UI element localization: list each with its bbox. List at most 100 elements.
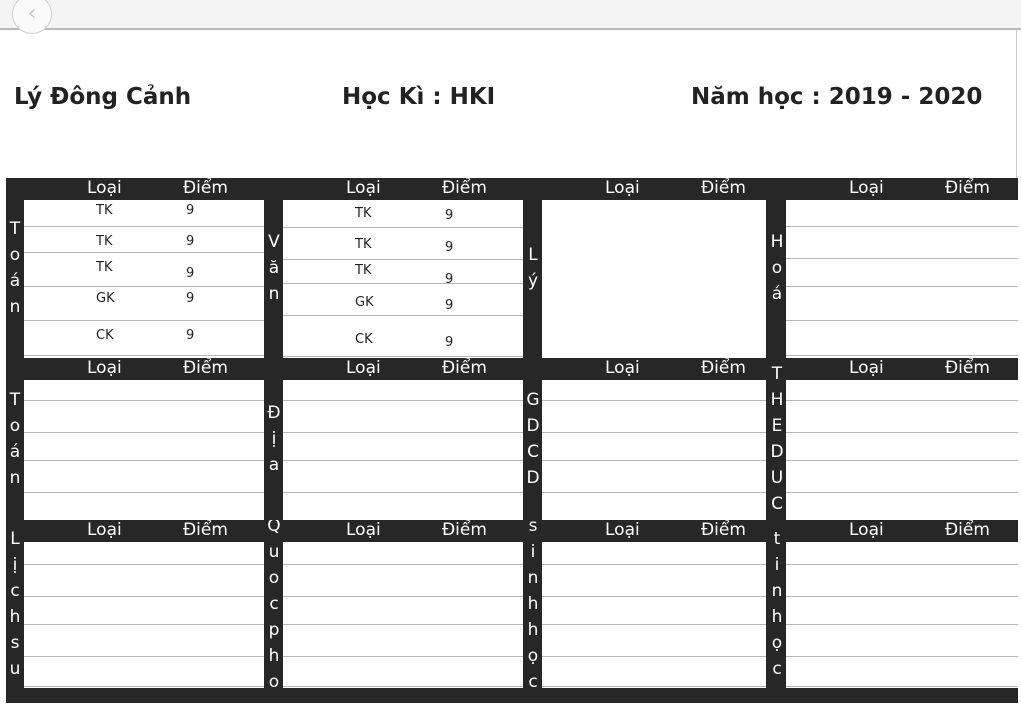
subject-name-letter: U bbox=[770, 468, 784, 488]
column-header-type: Loại bbox=[849, 358, 884, 378]
subject-card: Vă n Loại Điểm TK 9 TK 9 TK 9 GK 9 CK 9 bbox=[265, 178, 523, 358]
grade-table-header: Loại Điểm bbox=[24, 358, 264, 380]
subject-card: Lị c h s u Loại Điểm bbox=[6, 520, 264, 688]
row-divider bbox=[24, 286, 264, 287]
grade-table-header: Loại Điểm bbox=[786, 178, 1018, 200]
column-header-type: Loại bbox=[87, 358, 122, 378]
subject-name-letter: Q bbox=[267, 520, 281, 536]
grade-table bbox=[542, 380, 766, 520]
subject-name-letter: o bbox=[268, 568, 280, 588]
grade-table bbox=[542, 200, 766, 358]
column-header-score: Điểm bbox=[945, 178, 990, 198]
grade-table-header: Loại Điểm bbox=[283, 520, 523, 542]
subject-name-letter: a bbox=[268, 455, 280, 475]
grade-score: 9 bbox=[186, 203, 195, 218]
grade-table-header: Loại Điểm bbox=[786, 358, 1018, 380]
grade-table bbox=[542, 542, 766, 688]
subject-name-letter: n bbox=[527, 568, 539, 588]
subject-name-letter: G bbox=[526, 390, 540, 410]
grade-type: TK bbox=[96, 203, 113, 218]
row-divider bbox=[283, 356, 523, 357]
subject-name-vertical: Lý bbox=[524, 178, 542, 358]
subject-card: T H E D U C Loại Điểm bbox=[768, 358, 1018, 520]
row-divider bbox=[786, 286, 1018, 287]
row-divider bbox=[24, 624, 264, 625]
column-header-type: Loại bbox=[605, 358, 640, 378]
subject-name-letter: c bbox=[772, 659, 782, 679]
grade-type: TK bbox=[96, 234, 113, 249]
grade-type: CK bbox=[355, 332, 373, 347]
subject-name-letter: C bbox=[527, 442, 539, 462]
row-divider bbox=[542, 624, 766, 625]
subject-name-letter: h bbox=[527, 594, 539, 614]
row-divider bbox=[542, 596, 766, 597]
row-divider bbox=[786, 258, 1018, 259]
grade-table-header: Loại Điểm bbox=[24, 178, 264, 200]
row-divider bbox=[542, 564, 766, 565]
subject-name-letter: h bbox=[771, 607, 783, 627]
subject-name-letter: D bbox=[770, 442, 784, 462]
subject-name-vertical: GDCD bbox=[524, 358, 542, 520]
subject-name-letter: u bbox=[9, 659, 21, 679]
grade-table-header: Loại Điểm bbox=[542, 358, 766, 380]
subject-card: Ho á Loại Điểm bbox=[768, 178, 1018, 358]
subject-name-letter: ọ bbox=[527, 646, 539, 666]
row-divider bbox=[786, 686, 1018, 687]
subject-name-letter: n bbox=[9, 297, 21, 317]
grade-table bbox=[283, 542, 523, 688]
row-divider bbox=[283, 564, 523, 565]
subject-name-letter: C bbox=[771, 494, 783, 514]
row-divider bbox=[786, 320, 1018, 321]
row-divider bbox=[24, 355, 264, 356]
row-divider bbox=[786, 432, 1018, 433]
grade-table bbox=[786, 542, 1018, 688]
subject-name-letter: h bbox=[268, 646, 280, 666]
subject-name-letter: i bbox=[774, 555, 780, 575]
student-name: Lý Đông Cảnh bbox=[14, 84, 192, 110]
grade-score: 9 bbox=[445, 298, 454, 313]
subject-card: Lý Loại Điểm bbox=[524, 178, 766, 358]
subject-name-letter: T bbox=[771, 364, 783, 384]
subject-card: Đị a Loại Điểm bbox=[265, 358, 523, 520]
grade-type: TK bbox=[355, 263, 372, 278]
row-divider bbox=[283, 432, 523, 433]
grade-table bbox=[786, 380, 1018, 520]
subject-name-letter: o bbox=[268, 672, 280, 688]
subject-name-letter: o bbox=[771, 258, 783, 278]
row-divider bbox=[24, 460, 264, 461]
grade-board: To á n Loại Điểm TK 9 TK 9 TK 9 GK 9 CK 9 Vă n Loại Điểm TK… bbox=[6, 178, 1018, 703]
row-divider bbox=[24, 320, 264, 321]
subject-name-vertical: Lịchsu bbox=[6, 520, 24, 688]
subject-name-letter: L bbox=[528, 245, 538, 265]
subject-name-vertical: Toán bbox=[6, 358, 24, 520]
back-button[interactable]: ‹ bbox=[12, 0, 52, 34]
row-divider bbox=[786, 596, 1018, 597]
column-header-score: Điểm bbox=[701, 178, 746, 198]
subject-name-letter: ă bbox=[268, 258, 280, 278]
row-divider bbox=[283, 686, 523, 687]
row-divider bbox=[542, 460, 766, 461]
subject-name-letter: ọ bbox=[771, 633, 783, 653]
column-header-score: Điểm bbox=[183, 358, 228, 378]
column-header-type: Loại bbox=[849, 520, 884, 540]
grade-table-header: Loại Điểm bbox=[542, 520, 766, 542]
subject-name-vertical: Văn bbox=[265, 178, 283, 358]
subject-name-letter: o bbox=[9, 416, 21, 436]
subject-name-letter: á bbox=[9, 271, 21, 291]
grade-score: 9 bbox=[186, 328, 195, 343]
grade-table: TK 9 TK 9 TK 9 GK 9 CK 9 bbox=[24, 200, 264, 358]
row-divider bbox=[24, 596, 264, 597]
row-divider bbox=[786, 460, 1018, 461]
row-divider bbox=[24, 252, 264, 253]
grade-type: CK bbox=[96, 328, 114, 343]
grade-score: 9 bbox=[186, 234, 195, 249]
grade-table bbox=[786, 200, 1018, 358]
grade-table-header: Loại Điểm bbox=[786, 520, 1018, 542]
row-divider bbox=[283, 315, 523, 316]
row-divider bbox=[24, 656, 264, 657]
school-year-label: Năm học : 2019 - 2020 bbox=[691, 84, 983, 110]
subject-name-letter: t bbox=[773, 529, 781, 549]
row-divider bbox=[283, 656, 523, 657]
column-header-score: Điểm bbox=[183, 178, 228, 198]
grade-table: TK 9 TK 9 TK 9 GK 9 CK 9 bbox=[283, 200, 523, 358]
